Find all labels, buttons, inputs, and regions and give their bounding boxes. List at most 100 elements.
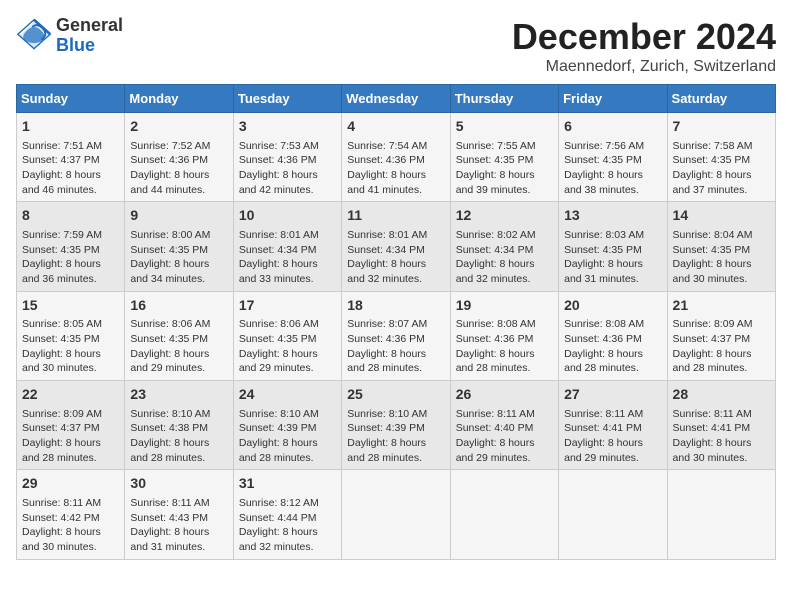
day-number: 21 [673,296,770,316]
calendar-cell: 8 Sunrise: 7:59 AM Sunset: 4:35 PM Dayli… [17,202,125,291]
day-number: 16 [130,296,227,316]
cell-content: Sunrise: 7:54 AM Sunset: 4:36 PM Dayligh… [347,139,444,198]
day-number: 1 [22,117,119,137]
cell-content: Sunrise: 8:08 AM Sunset: 4:36 PM Dayligh… [456,317,553,376]
calendar-cell: 16 Sunrise: 8:06 AM Sunset: 4:35 PM Dayl… [125,291,233,380]
logo: General Blue [16,16,123,56]
day-number: 18 [347,296,444,316]
day-number: 11 [347,206,444,226]
day-number: 10 [239,206,336,226]
col-sunday: Sunday [17,85,125,113]
calendar-cell: 14 Sunrise: 8:04 AM Sunset: 4:35 PM Dayl… [667,202,775,291]
day-number: 24 [239,385,336,405]
calendar-table: Sunday Monday Tuesday Wednesday Thursday… [16,84,776,560]
month-title: December 2024 [512,16,776,58]
calendar-cell: 22 Sunrise: 8:09 AM Sunset: 4:37 PM Dayl… [17,381,125,470]
day-number: 2 [130,117,227,137]
calendar-cell: 15 Sunrise: 8:05 AM Sunset: 4:35 PM Dayl… [17,291,125,380]
cell-content: Sunrise: 8:03 AM Sunset: 4:35 PM Dayligh… [564,228,661,287]
day-number: 19 [456,296,553,316]
calendar-cell: 19 Sunrise: 8:08 AM Sunset: 4:36 PM Dayl… [450,291,558,380]
cell-content: Sunrise: 7:55 AM Sunset: 4:35 PM Dayligh… [456,139,553,198]
day-number: 26 [456,385,553,405]
logo-blue: Blue [56,36,123,56]
day-number: 29 [22,474,119,494]
calendar-row: 29 Sunrise: 8:11 AM Sunset: 4:42 PM Dayl… [17,470,776,559]
day-number: 20 [564,296,661,316]
cell-content: Sunrise: 8:11 AM Sunset: 4:41 PM Dayligh… [673,407,770,466]
calendar-cell: 26 Sunrise: 8:11 AM Sunset: 4:40 PM Dayl… [450,381,558,470]
header-row: Sunday Monday Tuesday Wednesday Thursday… [17,85,776,113]
cell-content: Sunrise: 8:10 AM Sunset: 4:39 PM Dayligh… [347,407,444,466]
calendar-cell: 12 Sunrise: 8:02 AM Sunset: 4:34 PM Dayl… [450,202,558,291]
day-number: 4 [347,117,444,137]
calendar-cell [667,470,775,559]
location-subtitle: Maennedorf, Zurich, Switzerland [512,58,776,76]
cell-content: Sunrise: 8:11 AM Sunset: 4:41 PM Dayligh… [564,407,661,466]
cell-content: Sunrise: 8:10 AM Sunset: 4:38 PM Dayligh… [130,407,227,466]
calendar-cell: 2 Sunrise: 7:52 AM Sunset: 4:36 PM Dayli… [125,113,233,202]
calendar-cell [450,470,558,559]
calendar-cell: 30 Sunrise: 8:11 AM Sunset: 4:43 PM Dayl… [125,470,233,559]
cell-content: Sunrise: 7:51 AM Sunset: 4:37 PM Dayligh… [22,139,119,198]
cell-content: Sunrise: 8:09 AM Sunset: 4:37 PM Dayligh… [22,407,119,466]
cell-content: Sunrise: 8:07 AM Sunset: 4:36 PM Dayligh… [347,317,444,376]
calendar-cell [559,470,667,559]
calendar-cell: 20 Sunrise: 8:08 AM Sunset: 4:36 PM Dayl… [559,291,667,380]
cell-content: Sunrise: 8:09 AM Sunset: 4:37 PM Dayligh… [673,317,770,376]
day-number: 3 [239,117,336,137]
col-friday: Friday [559,85,667,113]
calendar-row: 8 Sunrise: 7:59 AM Sunset: 4:35 PM Dayli… [17,202,776,291]
logo-icon [16,18,52,54]
cell-content: Sunrise: 7:53 AM Sunset: 4:36 PM Dayligh… [239,139,336,198]
page-header: General Blue December 2024 Maennedorf, Z… [16,16,776,76]
calendar-cell: 29 Sunrise: 8:11 AM Sunset: 4:42 PM Dayl… [17,470,125,559]
day-number: 13 [564,206,661,226]
calendar-cell: 28 Sunrise: 8:11 AM Sunset: 4:41 PM Dayl… [667,381,775,470]
cell-content: Sunrise: 8:12 AM Sunset: 4:44 PM Dayligh… [239,496,336,555]
col-saturday: Saturday [667,85,775,113]
cell-content: Sunrise: 8:01 AM Sunset: 4:34 PM Dayligh… [347,228,444,287]
day-number: 9 [130,206,227,226]
day-number: 6 [564,117,661,137]
cell-content: Sunrise: 8:05 AM Sunset: 4:35 PM Dayligh… [22,317,119,376]
day-number: 15 [22,296,119,316]
calendar-cell: 23 Sunrise: 8:10 AM Sunset: 4:38 PM Dayl… [125,381,233,470]
logo-general: General [56,16,123,36]
calendar-cell: 6 Sunrise: 7:56 AM Sunset: 4:35 PM Dayli… [559,113,667,202]
day-number: 25 [347,385,444,405]
calendar-row: 22 Sunrise: 8:09 AM Sunset: 4:37 PM Dayl… [17,381,776,470]
calendar-cell: 10 Sunrise: 8:01 AM Sunset: 4:34 PM Dayl… [233,202,341,291]
day-number: 27 [564,385,661,405]
cell-content: Sunrise: 7:56 AM Sunset: 4:35 PM Dayligh… [564,139,661,198]
day-number: 31 [239,474,336,494]
col-monday: Monday [125,85,233,113]
day-number: 23 [130,385,227,405]
day-number: 7 [673,117,770,137]
col-wednesday: Wednesday [342,85,450,113]
cell-content: Sunrise: 8:08 AM Sunset: 4:36 PM Dayligh… [564,317,661,376]
calendar-cell: 3 Sunrise: 7:53 AM Sunset: 4:36 PM Dayli… [233,113,341,202]
calendar-row: 1 Sunrise: 7:51 AM Sunset: 4:37 PM Dayli… [17,113,776,202]
cell-content: Sunrise: 8:11 AM Sunset: 4:43 PM Dayligh… [130,496,227,555]
cell-content: Sunrise: 8:11 AM Sunset: 4:42 PM Dayligh… [22,496,119,555]
col-tuesday: Tuesday [233,85,341,113]
cell-content: Sunrise: 8:10 AM Sunset: 4:39 PM Dayligh… [239,407,336,466]
logo-text: General Blue [56,16,123,56]
cell-content: Sunrise: 7:59 AM Sunset: 4:35 PM Dayligh… [22,228,119,287]
col-thursday: Thursday [450,85,558,113]
cell-content: Sunrise: 8:06 AM Sunset: 4:35 PM Dayligh… [130,317,227,376]
calendar-row: 15 Sunrise: 8:05 AM Sunset: 4:35 PM Dayl… [17,291,776,380]
cell-content: Sunrise: 8:04 AM Sunset: 4:35 PM Dayligh… [673,228,770,287]
calendar-cell: 18 Sunrise: 8:07 AM Sunset: 4:36 PM Dayl… [342,291,450,380]
cell-content: Sunrise: 8:01 AM Sunset: 4:34 PM Dayligh… [239,228,336,287]
day-number: 22 [22,385,119,405]
calendar-cell: 17 Sunrise: 8:06 AM Sunset: 4:35 PM Dayl… [233,291,341,380]
cell-content: Sunrise: 7:58 AM Sunset: 4:35 PM Dayligh… [673,139,770,198]
calendar-cell: 7 Sunrise: 7:58 AM Sunset: 4:35 PM Dayli… [667,113,775,202]
calendar-cell [342,470,450,559]
title-block: December 2024 Maennedorf, Zurich, Switze… [512,16,776,76]
day-number: 8 [22,206,119,226]
day-number: 12 [456,206,553,226]
calendar-cell: 11 Sunrise: 8:01 AM Sunset: 4:34 PM Dayl… [342,202,450,291]
